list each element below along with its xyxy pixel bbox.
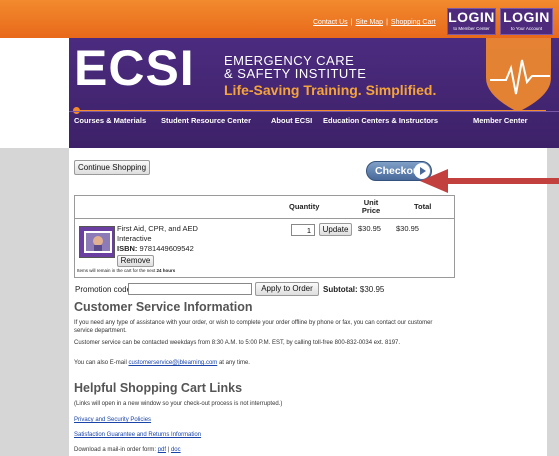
- separator: |: [386, 19, 388, 26]
- satisfaction-guarantee-row: Satisfaction Guarantee and Returns Infor…: [74, 431, 444, 439]
- header-divider: [75, 218, 454, 219]
- column-header-quantity: Quantity: [289, 202, 320, 211]
- site-map-link[interactable]: Site Map: [355, 19, 383, 26]
- nav-student-resource-center[interactable]: Student Resource Center: [161, 116, 251, 125]
- product-title-line-2: Interactive: [117, 234, 152, 243]
- promotion-code-label: Promotion code:: [75, 285, 134, 294]
- nav-about-ecsi[interactable]: About ECSI: [271, 116, 312, 125]
- login-label: LOGIN: [503, 9, 550, 25]
- helpful-links-heading: Helpful Shopping Cart Links: [74, 381, 243, 395]
- column-header-total: Total: [414, 202, 432, 211]
- nav-courses-materials[interactable]: Courses & Materials: [74, 116, 146, 125]
- utility-links: Contact Us | Site Map | Shopping Cart: [313, 19, 436, 26]
- cart-table: Quantity Unit Price Total First Aid, CPR…: [74, 195, 455, 278]
- main-nav: Courses & Materials Student Resource Cen…: [69, 111, 559, 130]
- remove-button[interactable]: Remove: [117, 255, 154, 267]
- privacy-policy-link[interactable]: Privacy and Security Policies: [74, 417, 151, 423]
- login-your-account-button[interactable]: LOGIN to Your Account: [500, 8, 553, 35]
- product-title-line-1: First Aid, CPR, and AED: [117, 224, 198, 233]
- separator: |: [167, 447, 170, 453]
- separator: |: [350, 19, 353, 26]
- product-isbn: ISBN: 9781449609542: [117, 244, 198, 254]
- ecsi-logo[interactable]: ECSI: [74, 42, 195, 94]
- download-label: Download a mail-in order form:: [74, 447, 157, 453]
- login-member-center-button[interactable]: LOGIN to Member Center: [447, 8, 496, 35]
- login-sub-label: to Your Account: [510, 26, 543, 31]
- product-info: First Aid, CPR, and AED Interactive ISBN…: [117, 224, 198, 254]
- doc-link[interactable]: doc: [171, 447, 181, 453]
- nav-member-center[interactable]: Member Center: [473, 116, 528, 125]
- isbn-label: ISBN:: [117, 244, 138, 253]
- email-outro: at any time.: [218, 360, 250, 366]
- nav-education-centers[interactable]: Education Centers & Instructors: [323, 116, 438, 125]
- customer-service-heading: Customer Service Information: [74, 300, 253, 314]
- service-paragraph-2: Customer service can be contacted weekda…: [74, 340, 401, 346]
- apply-to-order-button[interactable]: Apply to Order: [255, 282, 319, 296]
- heartbeat-shield-icon: [486, 38, 551, 112]
- login-label: LOGIN: [448, 9, 495, 25]
- service-paragraph-3: You can also E-mail customerservice@jble…: [74, 359, 444, 367]
- cart-subtotal: Subtotal: $30.95: [323, 285, 384, 294]
- privacy-policy-row: Privacy and Security Policies: [74, 416, 444, 424]
- subtotal-label: Subtotal:: [323, 285, 358, 294]
- pointer-arrow-icon: [420, 169, 559, 193]
- brand-name: EMERGENCY CARE & SAFETY INSTITUTE: [224, 54, 366, 80]
- brand-line-2: & SAFETY INSTITUTE: [224, 66, 367, 81]
- satisfaction-guarantee-link[interactable]: Satisfaction Guarantee and Returns Infor…: [74, 432, 201, 438]
- login-sub-label: to Member Center: [453, 26, 490, 31]
- product-thumbnail[interactable]: [79, 226, 115, 258]
- order-form-download: Download a mail-in order form: pdf | doc: [74, 446, 444, 454]
- service-paragraph-1: If you need any type of assistance with …: [74, 320, 433, 334]
- customer-service-email-link[interactable]: customerservice@jblearning.com: [128, 360, 217, 366]
- subtotal-value: $30.95: [359, 285, 385, 294]
- pdf-link[interactable]: pdf: [158, 447, 166, 453]
- note-text: Items will remain in the cart for the ne…: [77, 268, 156, 273]
- promotion-code-input[interactable]: [128, 283, 252, 295]
- brand-tagline: Life-Saving Training. Simplified.: [224, 82, 437, 98]
- update-button[interactable]: Update: [319, 223, 352, 236]
- note-duration: 24 hours: [156, 268, 176, 273]
- cart-expiry-note: Items will remain in the cart for the ne…: [77, 268, 175, 273]
- line-total: $30.95: [396, 224, 419, 233]
- contact-us-link[interactable]: Contact Us: [313, 19, 348, 26]
- unit-price: $30.95: [358, 224, 381, 233]
- links-note: (Links will open in a new window so your…: [74, 401, 283, 407]
- column-header-unit-price: Unit Price: [361, 198, 381, 215]
- isbn-value: 9781449609542: [139, 244, 194, 253]
- quantity-input[interactable]: 1: [291, 224, 315, 236]
- continue-shopping-button[interactable]: Continue Shopping: [74, 160, 150, 175]
- shopping-cart-link[interactable]: Shopping Cart: [391, 19, 436, 26]
- email-intro: You can also E-mail: [74, 360, 127, 366]
